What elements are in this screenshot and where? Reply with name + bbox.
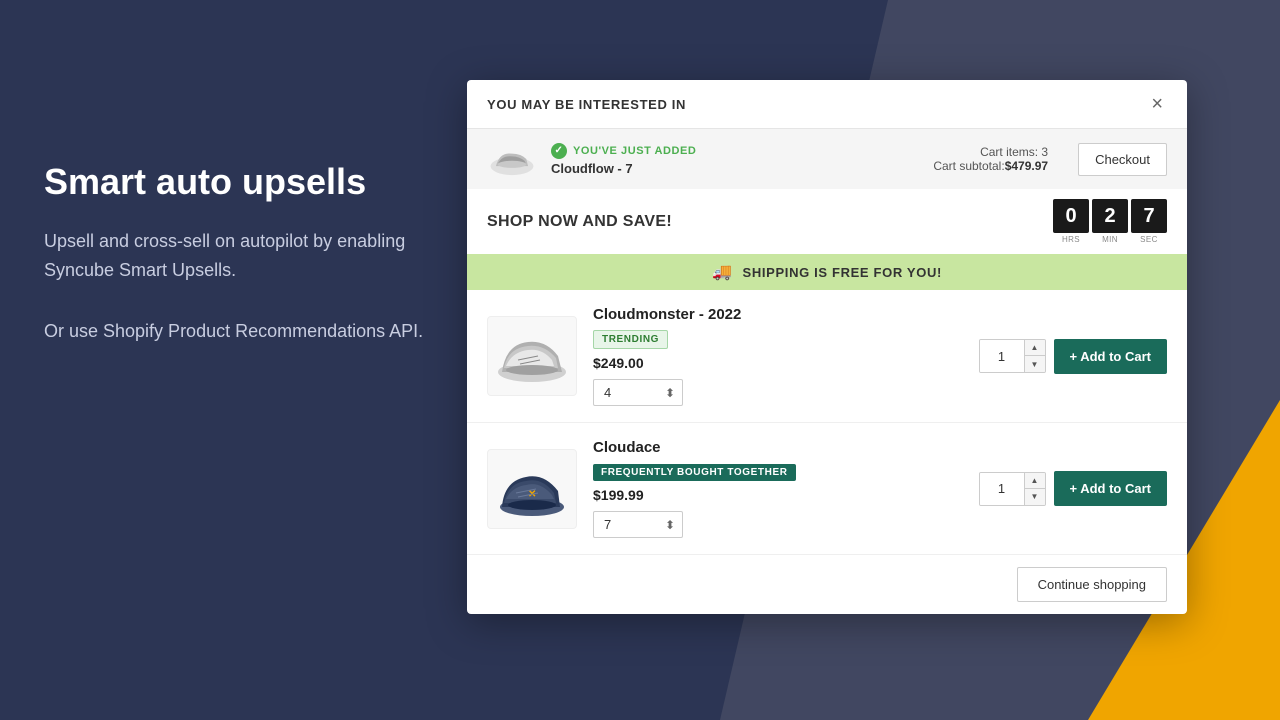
cloudmonster-qty-wrap[interactable]: ▲ ▼ <box>979 339 1046 373</box>
cloudace-qty-arrows: ▲ ▼ <box>1024 473 1045 505</box>
timer-seconds-block: 7 SEC <box>1131 199 1167 244</box>
cloudmonster-size-select[interactable]: 4 5 6 7 8 <box>593 379 683 406</box>
cloudmonster-qty-input[interactable] <box>980 340 1024 372</box>
product-item-cloudace: ✕ Cloudace FREQUENTLY BOUGHT TOGETHER $1… <box>467 423 1187 555</box>
truck-icon: 🚚 <box>712 262 733 282</box>
timer-seconds-digit: 7 <box>1131 199 1167 233</box>
cart-subtotal: Cart subtotal:$479.97 <box>933 159 1048 173</box>
modal-footer: Continue shopping <box>467 555 1187 614</box>
product-item-cloudmonster: Cloudmonster - 2022 TRENDING $249.00 4 5… <box>467 290 1187 423</box>
timer-minutes-digit: 2 <box>1092 199 1128 233</box>
cloudflow-shoe-img <box>487 139 537 179</box>
cloudmonster-badge: TRENDING <box>593 330 668 349</box>
cloudace-qty-wrap[interactable]: ▲ ▼ <box>979 472 1046 506</box>
shipping-text: SHIPPING IS FREE FOR YOU! <box>743 265 942 280</box>
cloudace-price: $199.99 <box>593 487 963 503</box>
cloudmonster-name: Cloudmonster - 2022 <box>593 306 963 323</box>
added-label: ✓ YOU'VE JUST ADDED <box>551 143 919 159</box>
cart-notification-bar: ✓ YOU'VE JUST ADDED Cloudflow - 7 Cart i… <box>467 129 1187 189</box>
cloudace-qty-input[interactable] <box>980 473 1024 505</box>
modal-close-button[interactable]: × <box>1147 94 1167 114</box>
modal-header: YOU MAY BE INTERESTED IN × <box>467 80 1187 129</box>
cloudace-size-select-wrap[interactable]: 5 6 7 8 9 ⬍ <box>593 511 683 538</box>
checkout-button[interactable]: Checkout <box>1078 143 1167 176</box>
cloudace-image: ✕ <box>487 449 577 529</box>
description-paragraph-1: Upsell and cross-sell on autopilot by en… <box>44 227 424 285</box>
cart-items-count: Cart items: 3 <box>933 145 1048 159</box>
cloudmonster-qty-up[interactable]: ▲ <box>1025 340 1045 356</box>
cloudace-actions: ▲ ▼ + Add to Cart <box>979 471 1168 506</box>
countdown-timer: 0 HRS 2 MIN 7 SEC <box>1053 199 1167 244</box>
timer-minutes-block: 2 MIN <box>1092 199 1128 244</box>
cloudmonster-actions: ▲ ▼ + Add to Cart <box>979 339 1168 374</box>
added-product-info: ✓ YOU'VE JUST ADDED Cloudflow - 7 <box>551 143 919 176</box>
shop-now-text: SHOP NOW AND SAVE! <box>487 213 672 231</box>
timer-hours-digit: 0 <box>1053 199 1089 233</box>
cloudace-qty-down[interactable]: ▼ <box>1025 489 1045 505</box>
cloudmonster-image <box>487 316 577 396</box>
cloudmonster-qty-down[interactable]: ▼ <box>1025 356 1045 372</box>
timer-hours-block: 0 HRS <box>1053 199 1089 244</box>
left-panel: Smart auto upsells Upsell and cross-sell… <box>44 160 424 378</box>
cloudmonster-details: Cloudmonster - 2022 TRENDING $249.00 4 5… <box>593 306 963 406</box>
cloudace-add-to-cart-button[interactable]: + Add to Cart <box>1054 471 1168 506</box>
cart-summary: Cart items: 3 Cart subtotal:$479.97 <box>933 145 1048 173</box>
cloudmonster-price: $249.00 <box>593 355 963 371</box>
check-icon: ✓ <box>551 143 567 159</box>
timer-seconds-label: SEC <box>1140 235 1158 244</box>
timer-hours-label: HRS <box>1062 235 1080 244</box>
cloudace-details: Cloudace FREQUENTLY BOUGHT TOGETHER $199… <box>593 439 963 538</box>
continue-shopping-button[interactable]: Continue shopping <box>1017 567 1167 602</box>
shipping-banner: 🚚 SHIPPING IS FREE FOR YOU! <box>467 254 1187 290</box>
added-product-image <box>487 139 537 179</box>
cloudace-qty-up[interactable]: ▲ <box>1025 473 1045 489</box>
cloudace-shoe-svg: ✕ <box>492 459 572 519</box>
cloudmonster-shoe-svg <box>492 326 572 386</box>
cloudace-badge: FREQUENTLY BOUGHT TOGETHER <box>593 464 796 481</box>
cloudace-size-select[interactable]: 5 6 7 8 9 <box>593 511 683 538</box>
modal-title: YOU MAY BE INTERESTED IN <box>487 97 686 112</box>
cloudmonster-qty-arrows: ▲ ▼ <box>1024 340 1045 372</box>
timer-minutes-label: MIN <box>1102 235 1118 244</box>
cloudace-name: Cloudace <box>593 439 963 456</box>
description-paragraph-2: Or use Shopify Product Recommendations A… <box>44 317 424 346</box>
upsell-modal: YOU MAY BE INTERESTED IN × ✓ YOU'VE JUST… <box>467 80 1187 614</box>
cloudmonster-size-select-wrap[interactable]: 4 5 6 7 8 ⬍ <box>593 379 683 406</box>
cloudmonster-add-to-cart-button[interactable]: + Add to Cart <box>1054 339 1168 374</box>
timer-bar: SHOP NOW AND SAVE! 0 HRS 2 MIN 7 SEC <box>467 189 1187 254</box>
added-product-name: Cloudflow - 7 <box>551 161 919 176</box>
main-heading: Smart auto upsells <box>44 160 424 203</box>
